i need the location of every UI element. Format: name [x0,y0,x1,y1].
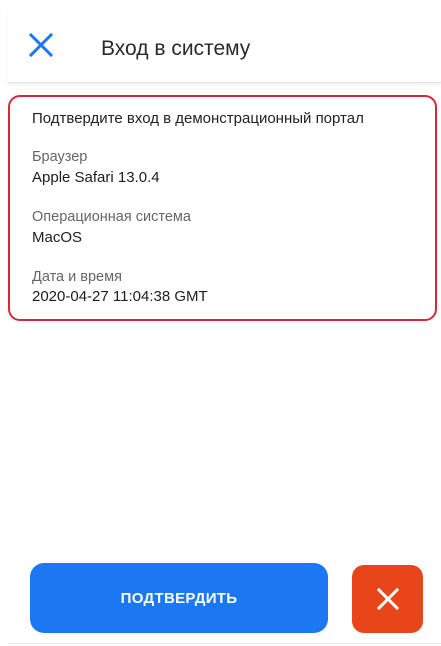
close-icon [376,587,399,611]
reject-button[interactable] [352,565,423,633]
confirm-button[interactable]: ПОДТВЕРДИТЬ [30,563,328,633]
login-confirmation-screen: Вход в систему Подтвердите вход в демонс… [0,0,441,646]
confirm-button-label: ПОДТВЕРДИТЬ [120,589,238,607]
app-bar: Вход в систему [8,8,441,83]
confirmation-heading: Подтвердите вход в демонстрационный порт… [32,110,364,127]
close-icon [28,32,54,58]
datetime-value: 2020-04-27 11:04:38 GMT [32,288,208,305]
browser-label: Браузер [32,149,88,165]
close-button[interactable] [26,30,56,60]
browser-value: Apple Safari 13.0.4 [32,169,160,186]
page-title: Вход в систему [101,37,251,60]
datetime-label: Дата и время [32,269,122,285]
os-label: Операционная система [32,209,191,225]
os-value: MacOS [32,229,83,246]
bottom-divider [8,643,441,644]
login-details-card: Подтвердите вход в демонстрационный порт… [8,95,437,321]
